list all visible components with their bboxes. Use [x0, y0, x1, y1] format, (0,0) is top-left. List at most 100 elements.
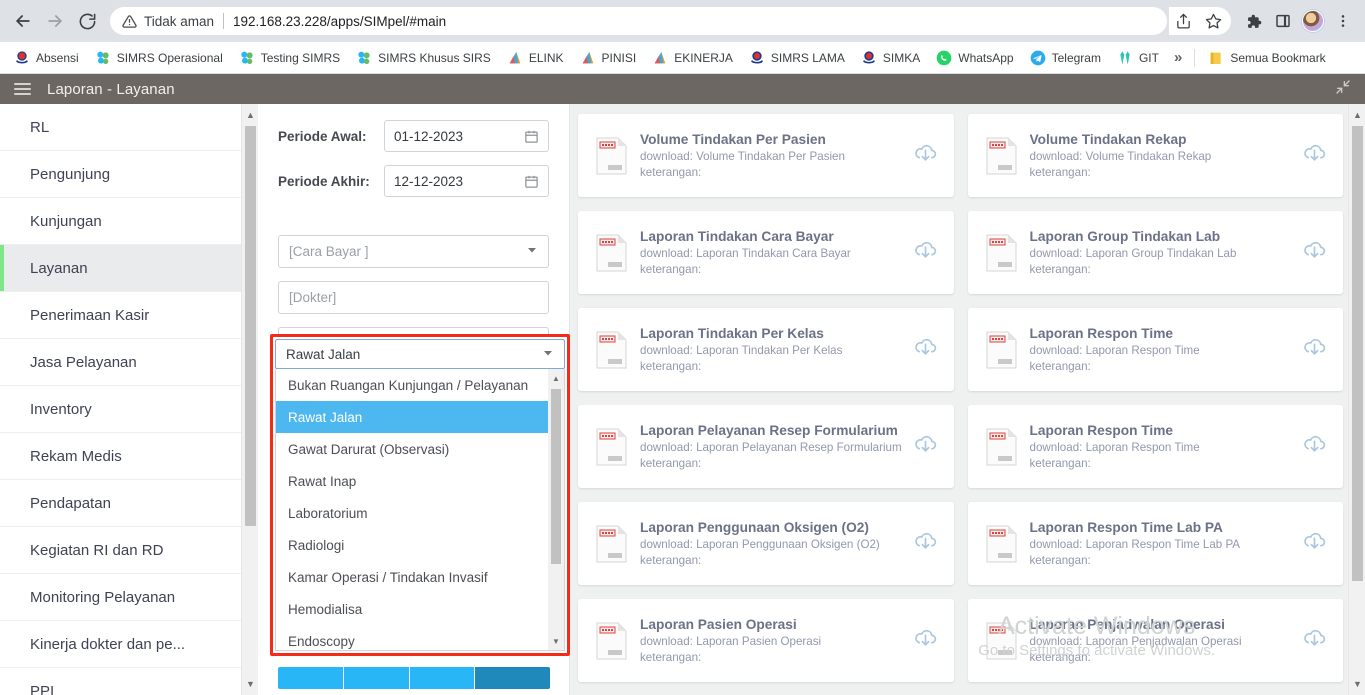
bookmark-item[interactable]: PINISI [572, 47, 645, 69]
compress-icon[interactable] [1335, 79, 1351, 100]
scroll-up-icon[interactable]: ▲ [548, 370, 564, 387]
bookmark-item[interactable]: Telegram [1022, 47, 1109, 69]
bookmarks-divider [1194, 48, 1196, 67]
cloud-download-icon[interactable] [1302, 238, 1327, 268]
cloud-download-icon[interactable] [913, 238, 938, 268]
ruangan-option-list[interactable]: Bukan Ruangan Kunjungan / Pelayanan Rawa… [275, 369, 565, 651]
share-icon[interactable] [1169, 7, 1197, 35]
report-card[interactable]: Laporan Respon Time download: Laporan Re… [967, 405, 1343, 488]
dropdown-option[interactable]: Rawat Inap [276, 465, 564, 497]
sidebar-item-rl[interactable]: RL [0, 104, 258, 151]
avatar[interactable] [1299, 7, 1327, 35]
report-card[interactable]: Laporan Tindakan Cara Bayar download: La… [578, 211, 954, 294]
cloud-download-icon[interactable] [1302, 432, 1327, 462]
bookmark-item[interactable]: Absensi [6, 47, 87, 69]
bookmark-item[interactable]: WhatsApp [928, 47, 1021, 69]
bookmark-item[interactable]: SIMRS LAMA [741, 47, 853, 69]
calendar-icon[interactable] [524, 174, 539, 189]
sidebar-item-kegiatan-ri-dan-rd[interactable]: Kegiatan RI dan RD [0, 527, 258, 574]
bookmark-item[interactable]: GIT [1109, 47, 1167, 69]
report-card[interactable]: Laporan Penggunaan Oksigen (O2) download… [578, 502, 954, 585]
report-card[interactable]: Laporan Respon Time Lab PA download: Lap… [967, 502, 1343, 585]
cloud-download-icon[interactable] [1302, 335, 1327, 365]
cloud-download-icon[interactable] [1302, 626, 1327, 656]
dropdown-option[interactable]: Bukan Ruangan Kunjungan / Pelayanan [276, 369, 564, 401]
dropdown-option[interactable]: Endoscopy [276, 625, 564, 650]
cloud-download-icon[interactable] [1302, 141, 1327, 171]
scroll-up-icon[interactable]: ▲ [1349, 106, 1365, 124]
periode-awal-input[interactable]: 01-12-2023 [384, 120, 549, 152]
cloud-download-icon[interactable] [913, 432, 938, 462]
action-button-1[interactable] [278, 667, 343, 689]
report-card[interactable]: Laporan Respon Time download: Laporan Re… [967, 308, 1343, 391]
sidebar-item-pengunjung[interactable]: Pengunjung [0, 151, 258, 198]
cloud-download-icon[interactable] [1302, 529, 1327, 559]
dropdown-option[interactable]: Kamar Operasi / Tindakan Invasif [276, 561, 564, 593]
sidebar-item-rekam-medis[interactable]: Rekam Medis [0, 433, 258, 480]
forward-arrow-icon[interactable] [40, 6, 70, 36]
report-card[interactable]: Volume Tindakan Per Pasien download: Vol… [578, 114, 954, 197]
dropdown-option[interactable]: Hemodialisa [276, 593, 564, 625]
bookmark-item[interactable]: Testing SIMRS [231, 47, 348, 69]
main-scrollbar[interactable]: ▲ ▼ [1348, 104, 1365, 695]
dropdown-option[interactable]: Gawat Darurat (Observasi) [276, 433, 564, 465]
scroll-down-icon[interactable]: ▼ [242, 675, 258, 693]
address-bar[interactable]: Tidak aman 192.168.23.228/apps/SIMpel/#m… [110, 7, 1167, 35]
dokter-input[interactable]: [Dokter] [278, 281, 549, 314]
back-arrow-icon[interactable] [8, 6, 38, 36]
sidebar-item-kinerja-dokter[interactable]: Kinerja dokter dan pe... [0, 621, 258, 668]
cloud-download-icon[interactable] [913, 529, 938, 559]
report-card[interactable]: Laporan Tindakan Per Kelas download: Lap… [578, 308, 954, 391]
scroll-down-icon[interactable]: ▼ [548, 633, 564, 650]
action-button-4[interactable] [475, 667, 550, 689]
bookmark-item[interactable]: SIMRS Khusus SIRS [348, 47, 499, 69]
dropdown-scrollbar[interactable]: ▲ ▼ [548, 369, 564, 650]
side-panel-icon[interactable] [1269, 7, 1297, 35]
sidebar-item-layanan[interactable]: Layanan [0, 245, 258, 292]
report-card-text: Volume Tindakan Rekap download: Volume T… [1030, 132, 1295, 179]
reload-icon[interactable] [72, 6, 102, 36]
report-card[interactable]: Laporan Pelayanan Resep Formularium down… [578, 405, 954, 488]
report-card[interactable]: Laporan Penjadwalan Operasi download: La… [967, 599, 1343, 682]
scroll-up-icon[interactable]: ▲ [242, 106, 258, 124]
cloud-download-icon[interactable] [913, 141, 938, 171]
all-bookmarks-button[interactable]: Semua Bookmark [1200, 47, 1333, 69]
action-button-2[interactable] [343, 667, 409, 689]
filter-panel: Periode Awal: 01-12-2023 Periode Akhir: … [258, 104, 570, 695]
hamburger-icon[interactable] [14, 83, 31, 95]
cara-bayar-select[interactable]: [Cara Bayar ] [278, 235, 549, 268]
scrollbar-thumb[interactable] [551, 389, 561, 564]
report-card[interactable]: Laporan Pasien Operasi download: Laporan… [578, 599, 954, 682]
report-card[interactable]: Volume Tindakan Rekap download: Volume T… [967, 114, 1343, 197]
dropdown-option[interactable]: Laboratorium [276, 497, 564, 529]
sidebar-item-inventory[interactable]: Inventory [0, 386, 258, 433]
action-button-3[interactable] [409, 667, 475, 689]
sidebar-item-ppi[interactable]: PPI [0, 668, 258, 695]
sidebar-item-pendapatan[interactable]: Pendapatan [0, 480, 258, 527]
sidebar-item-jasa-pelayanan[interactable]: Jasa Pelayanan [0, 339, 258, 386]
report-card[interactable]: Laporan Group Tindakan Lab download: Lap… [967, 211, 1343, 294]
sidebar-scrollbar[interactable]: ▲ ▼ [241, 104, 258, 695]
scroll-down-icon[interactable]: ▼ [1349, 675, 1365, 693]
scrollbar-thumb[interactable] [1352, 126, 1363, 581]
ruangan-select-field[interactable]: Rawat Jalan [275, 339, 565, 369]
bookmarks-overflow-button[interactable]: » [1167, 47, 1189, 68]
dropdown-option-selected[interactable]: Rawat Jalan [276, 401, 564, 433]
sidebar-item-penerimaan-kasir[interactable]: Penerimaan Kasir [0, 292, 258, 339]
three-dot-menu-icon[interactable] [1329, 7, 1357, 35]
puzzle-icon[interactable] [1239, 7, 1267, 35]
report-title: Laporan Respon Time [1029, 326, 1174, 341]
periode-akhir-input[interactable]: 12-12-2023 [384, 165, 549, 197]
scrollbar-thumb[interactable] [245, 126, 256, 526]
dropdown-option[interactable]: Radiologi [276, 529, 564, 561]
star-icon[interactable] [1199, 7, 1227, 35]
sidebar-item-kunjungan[interactable]: Kunjungan [0, 198, 258, 245]
bookmark-item[interactable]: EKINERJA [644, 47, 741, 69]
bookmark-item[interactable]: ELINK [499, 47, 572, 69]
calendar-icon[interactable] [524, 129, 539, 144]
cloud-download-icon[interactable] [913, 335, 938, 365]
bookmark-item[interactable]: SIMRS Operasional [87, 47, 231, 69]
cloud-download-icon[interactable] [913, 626, 938, 656]
sidebar-item-monitoring-pelayanan[interactable]: Monitoring Pelayanan [0, 574, 258, 621]
bookmark-item[interactable]: SIMKA [853, 47, 928, 69]
